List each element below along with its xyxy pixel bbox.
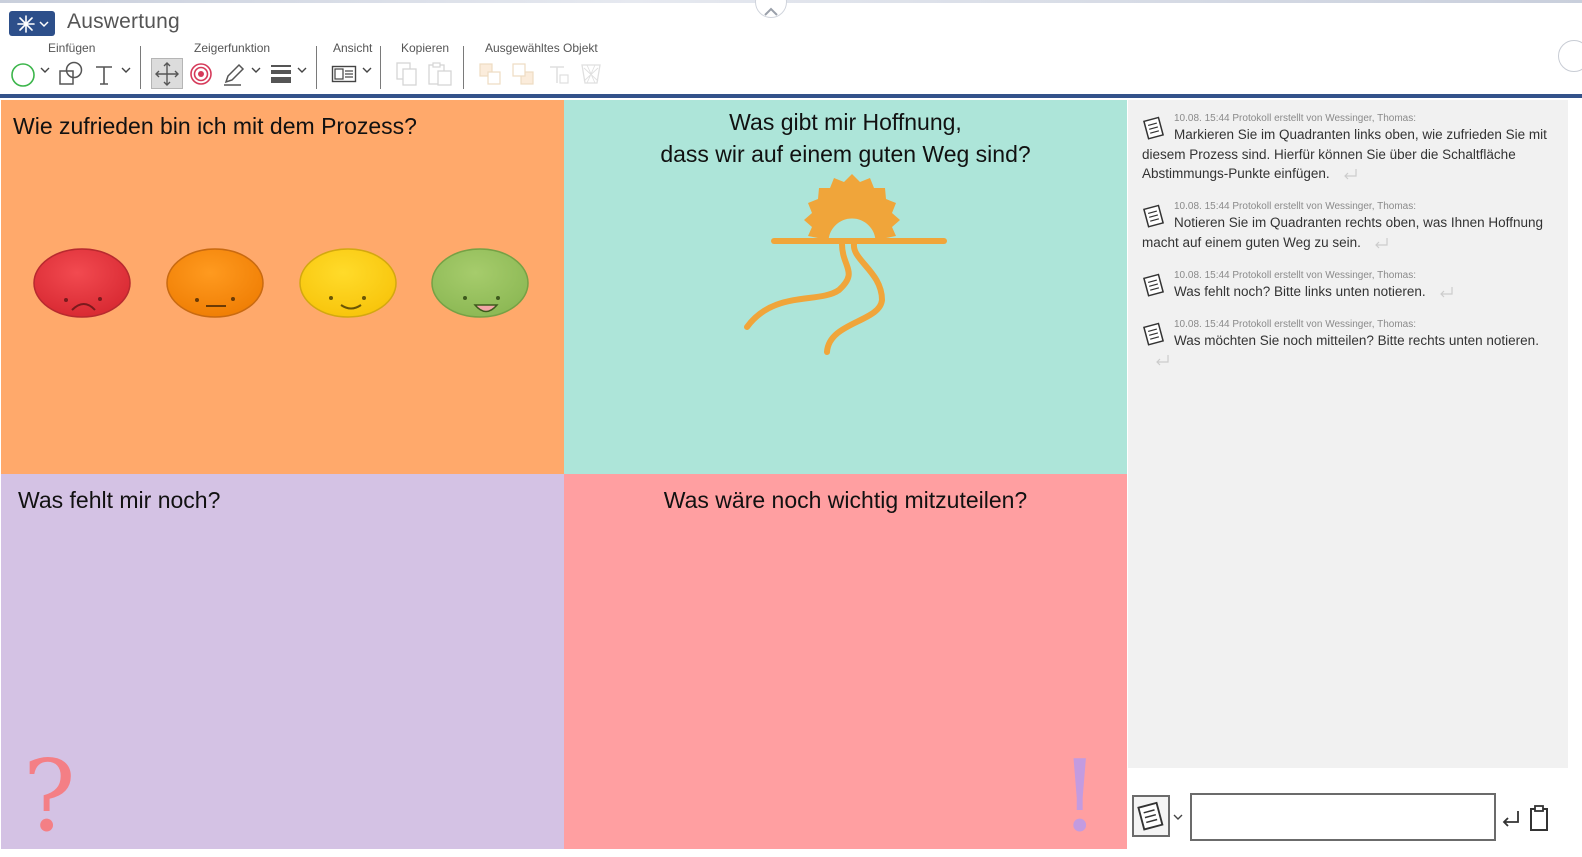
chevron-down-icon[interactable]	[121, 66, 131, 74]
quadrant-title-line: dass wir auf einem guten Weg sind?	[660, 141, 1031, 167]
quadrant-title: Was gibt mir Hoffnung, dass wir auf eine…	[564, 106, 1127, 170]
quadrant-title-line: Was gibt mir Hoffnung,	[729, 109, 962, 135]
delete-object-icon	[581, 63, 601, 84]
quadrant-title: Wie zufrieden bin ich mit dem Prozess?	[13, 113, 417, 139]
protocol-entry-meta: 10.08. 15:44 Protokoll erstellt von Wess…	[1174, 319, 1416, 330]
chevron-down-icon[interactable]	[297, 66, 307, 74]
clipboard-icon[interactable]	[1528, 804, 1550, 832]
green-face[interactable]	[431, 248, 529, 318]
sparkle-logo-icon	[17, 14, 35, 33]
protocol-entry-meta: 10.08. 15:44 Protokoll erstellt von Wess…	[1174, 270, 1416, 281]
text-format-icon	[550, 65, 569, 84]
toolbar-accent-line	[0, 94, 1582, 98]
protocol-panel: 10.08. 15:44 Protokoll erstellt von Wess…	[1128, 100, 1568, 768]
quadrant-important[interactable]: Was wäre noch wichtig mitzuteilen? !	[564, 474, 1127, 849]
copy-icon	[396, 61, 417, 86]
window-top-stripe	[0, 0, 1582, 3]
text-tool-icon	[96, 65, 112, 85]
protocol-entry[interactable]: 10.08. 15:44 Protokoll erstellt von Wess…	[1142, 269, 1562, 302]
paste-icon	[428, 61, 452, 86]
delete-object-button[interactable]	[578, 58, 604, 89]
group-label-insert: Einfügen	[48, 41, 96, 55]
bring-front-icon	[479, 62, 501, 85]
paste-button[interactable]	[426, 58, 454, 89]
quadrant-title: Was fehlt mir noch?	[18, 487, 221, 513]
chevron-down-icon[interactable]	[1173, 813, 1183, 821]
yellow-face[interactable]	[299, 248, 397, 318]
collapse-toolbar-button[interactable]	[755, 0, 787, 18]
send-back-icon	[512, 62, 534, 85]
sunrise-path-icon	[744, 174, 947, 355]
toolbar: Auswertung Einfügen Zeigerfunktion Ansic…	[0, 0, 1582, 96]
protocol-note-icon	[1143, 116, 1165, 140]
insert-shapes-button[interactable]	[56, 58, 86, 89]
reply-icon[interactable]	[1154, 353, 1170, 367]
question-mark-symbol: ?	[23, 740, 76, 849]
line-width-button[interactable]	[268, 58, 294, 89]
quadrant-hope[interactable]: Was gibt mir Hoffnung, dass wir auf eine…	[564, 100, 1127, 474]
toolbar-separator	[140, 46, 141, 89]
side-panel-toggle-button[interactable]	[1558, 40, 1582, 72]
move-pointer-button[interactable]	[151, 58, 183, 89]
protocol-message-input[interactable]	[1190, 793, 1496, 841]
pen-button[interactable]	[220, 58, 248, 89]
protocol-entry[interactable]: 10.08. 15:44 Protokoll erstellt von Wess…	[1142, 318, 1562, 367]
protocol-entry-meta: 10.08. 15:44 Protokoll erstellt von Wess…	[1174, 113, 1416, 124]
group-label-copy: Kopieren	[401, 41, 450, 55]
protocol-note-icon	[1143, 204, 1165, 228]
send-back-button[interactable]	[510, 58, 536, 89]
group-label-view: Ansicht	[333, 41, 373, 55]
target-pointer-button[interactable]	[188, 58, 214, 89]
chevron-down-icon	[39, 20, 49, 27]
protocol-entry-text: Was möchten Sie noch mitteilen? Bitte re…	[1174, 333, 1539, 348]
circle-shape-icon	[11, 62, 35, 87]
protocol-note-icon	[1143, 322, 1165, 346]
protocol-note-icon	[1137, 801, 1164, 831]
protocol-entry-text: Notieren Sie im Quadranten rechts oben, …	[1142, 215, 1543, 250]
group-label-selected: Ausgewähltes Objekt	[485, 41, 598, 55]
protocol-entry-text: Was fehlt noch? Bitte links unten notier…	[1174, 284, 1426, 299]
target-pointer-icon	[190, 62, 212, 85]
chevron-down-icon[interactable]	[362, 66, 372, 74]
shapes-icon	[59, 61, 83, 85]
bring-front-button[interactable]	[477, 58, 503, 89]
view-button[interactable]	[330, 58, 358, 89]
protocol-note-icon	[1143, 273, 1165, 297]
app-menu-button[interactable]	[9, 11, 55, 36]
entry-type-button[interactable]	[1132, 795, 1170, 837]
reply-icon[interactable]	[1438, 285, 1454, 299]
pen-icon	[224, 63, 245, 86]
text-format-button[interactable]	[545, 58, 571, 89]
reply-icon[interactable]	[1373, 236, 1389, 250]
reply-icon[interactable]	[1342, 167, 1358, 181]
chevron-down-icon[interactable]	[40, 66, 50, 74]
mood-faces	[33, 248, 529, 318]
insert-circle-button[interactable]	[9, 58, 37, 89]
protocol-entry[interactable]: 10.08. 15:44 Protokoll erstellt von Wess…	[1142, 200, 1562, 252]
move-pointer-icon	[155, 61, 179, 86]
copy-button[interactable]	[394, 58, 420, 89]
quadrant-title: Was wäre noch wichtig mitzuteilen?	[663, 487, 1028, 513]
enter-send-icon[interactable]	[1500, 808, 1522, 830]
chevron-up-icon	[764, 7, 778, 16]
orange-face[interactable]	[166, 248, 264, 318]
toolbar-separator	[316, 46, 317, 89]
protocol-entry[interactable]: 10.08. 15:44 Protokoll erstellt von Wess…	[1142, 112, 1562, 184]
app-title: Auswertung	[67, 10, 180, 33]
red-face[interactable]	[33, 248, 131, 318]
toolbar-separator	[380, 46, 381, 89]
view-layout-icon	[331, 65, 357, 82]
protocol-entry-meta: 10.08. 15:44 Protokoll erstellt von Wess…	[1174, 201, 1416, 212]
chevron-down-icon[interactable]	[251, 66, 261, 74]
quadrant-missing[interactable]: Was fehlt mir noch? ?	[1, 474, 564, 849]
insert-text-button[interactable]	[92, 58, 116, 89]
quadrant-satisfaction[interactable]: Wie zufrieden bin ich mit dem Prozess?	[1, 100, 564, 474]
exclamation-symbol: !	[1060, 740, 1100, 849]
protocol-input-bar	[1128, 770, 1582, 857]
toolbar-separator	[463, 46, 464, 89]
line-width-icon	[271, 64, 291, 83]
group-label-pointer: Zeigerfunktion	[194, 41, 271, 55]
